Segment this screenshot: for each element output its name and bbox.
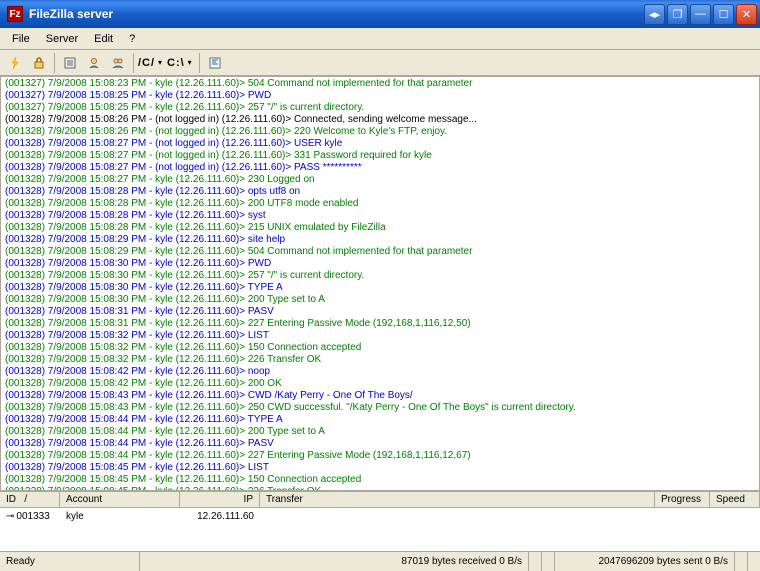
minimize-button[interactable]: — xyxy=(690,4,711,25)
log-line: (001328) 7/9/2008 15:08:27 PM - (not log… xyxy=(5,162,755,174)
maximize-button[interactable]: ☐ xyxy=(713,4,734,25)
menu-edit[interactable]: Edit xyxy=(86,31,121,47)
groups-icon[interactable] xyxy=(107,52,129,74)
col-transfer[interactable]: Transfer xyxy=(260,492,655,507)
log-line: (001328) 7/9/2008 15:08:28 PM - kyle (12… xyxy=(5,198,755,210)
sent-indicator-green xyxy=(735,552,748,571)
log-line: (001328) 7/9/2008 15:08:42 PM - kyle (12… xyxy=(5,366,755,378)
status-sent: 2047696209 bytes sent 0 B/s xyxy=(555,552,735,571)
log-line: (001328) 7/9/2008 15:08:29 PM - kyle (12… xyxy=(5,246,755,258)
log-line: (001328) 7/9/2008 15:08:28 PM - kyle (12… xyxy=(5,186,755,198)
lightning-icon[interactable] xyxy=(4,52,26,74)
log-line: (001328) 7/9/2008 15:08:32 PM - kyle (12… xyxy=(5,342,755,354)
menubar: File Server Edit ? xyxy=(0,28,760,50)
log-pane[interactable]: (001327) 7/9/2008 15:08:23 PM - kyle (12… xyxy=(0,76,760,491)
log-line: (001328) 7/9/2008 15:08:31 PM - kyle (12… xyxy=(5,306,755,318)
log-line: (001328) 7/9/2008 15:08:30 PM - kyle (12… xyxy=(5,282,755,294)
log-line: (001328) 7/9/2008 15:08:26 PM - (not log… xyxy=(5,126,755,138)
connection-icon: ⊸ xyxy=(6,511,14,522)
log-line: (001328) 7/9/2008 15:08:44 PM - kyle (12… xyxy=(5,414,755,426)
col-ip[interactable]: IP xyxy=(180,492,260,507)
connections-header: ID / Account IP Transfer Progress Speed xyxy=(0,492,760,508)
mode-cdrive-button[interactable]: C:\▾ xyxy=(162,52,195,74)
log-line: (001328) 7/9/2008 15:08:28 PM - kyle (12… xyxy=(5,210,755,222)
toolbar-separator xyxy=(199,53,200,73)
recv-indicator-red xyxy=(542,552,555,571)
recv-indicator-green xyxy=(529,552,542,571)
log-line: (001328) 7/9/2008 15:08:44 PM - kyle (12… xyxy=(5,438,755,450)
log-line: (001328) 7/9/2008 15:08:30 PM - kyle (12… xyxy=(5,258,755,270)
log-line: (001327) 7/9/2008 15:08:25 PM - kyle (12… xyxy=(5,90,755,102)
menu-file[interactable]: File xyxy=(4,31,38,47)
menu-server[interactable]: Server xyxy=(38,31,86,47)
connections-list[interactable]: ⊸001333kyle12.26.111.60 xyxy=(0,508,760,525)
users-icon[interactable] xyxy=(83,52,105,74)
app-icon: Fz xyxy=(7,6,23,22)
log-line: (001328) 7/9/2008 15:08:30 PM - kyle (12… xyxy=(5,294,755,306)
status-received: 87019 bytes received 0 B/s xyxy=(140,552,529,571)
prev-button[interactable]: ◂▸ xyxy=(644,4,665,25)
log-line: (001328) 7/9/2008 15:08:43 PM - kyle (12… xyxy=(5,390,755,402)
log-line: (001328) 7/9/2008 15:08:32 PM - kyle (12… xyxy=(5,330,755,342)
log-line: (001328) 7/9/2008 15:08:43 PM - kyle (12… xyxy=(5,402,755,414)
settings-icon[interactable] xyxy=(59,52,81,74)
menu-help[interactable]: ? xyxy=(121,31,143,47)
status-ready: Ready xyxy=(0,552,140,571)
toolbar-separator xyxy=(133,53,134,73)
mode-c-button[interactable]: /C/▾ xyxy=(138,52,160,74)
col-account[interactable]: Account xyxy=(60,492,180,507)
restore2-button[interactable]: ❐ xyxy=(667,4,688,25)
col-progress[interactable]: Progress xyxy=(655,492,710,507)
log-line: (001327) 7/9/2008 15:08:25 PM - kyle (12… xyxy=(5,102,755,114)
sort-icon[interactable] xyxy=(204,52,226,74)
window-title: FileZilla server xyxy=(27,7,644,21)
log-line: (001327) 7/9/2008 15:08:23 PM - kyle (12… xyxy=(5,78,755,90)
col-speed[interactable]: Speed xyxy=(710,492,760,507)
log-line: (001328) 7/9/2008 15:08:27 PM - (not log… xyxy=(5,138,755,150)
log-line: (001328) 7/9/2008 15:08:45 PM - kyle (12… xyxy=(5,474,755,486)
connection-row[interactable]: ⊸001333kyle12.26.111.60 xyxy=(0,508,760,525)
log-line: (001328) 7/9/2008 15:08:44 PM - kyle (12… xyxy=(5,450,755,462)
log-line: (001328) 7/9/2008 15:08:26 PM - (not log… xyxy=(5,114,755,126)
log-line: (001328) 7/9/2008 15:08:29 PM - kyle (12… xyxy=(5,234,755,246)
statusbar: Ready 87019 bytes received 0 B/s 2047696… xyxy=(0,551,760,571)
conn-id: ⊸001333 xyxy=(0,510,60,523)
col-id[interactable]: ID / xyxy=(0,492,60,507)
log-line: (001328) 7/9/2008 15:08:42 PM - kyle (12… xyxy=(5,378,755,390)
toolbar-separator xyxy=(54,53,55,73)
lock-icon[interactable] xyxy=(28,52,50,74)
log-line: (001328) 7/9/2008 15:08:27 PM - kyle (12… xyxy=(5,174,755,186)
connections-pane: ID / Account IP Transfer Progress Speed … xyxy=(0,491,760,551)
conn-account: kyle xyxy=(60,510,180,523)
log-line: (001328) 7/9/2008 15:08:45 PM - kyle (12… xyxy=(5,462,755,474)
toolbar: /C/▾ C:\▾ xyxy=(0,50,760,76)
log-line: (001328) 7/9/2008 15:08:30 PM - kyle (12… xyxy=(5,270,755,282)
titlebar[interactable]: Fz FileZilla server ◂▸ ❐ — ☐ ✕ xyxy=(0,0,760,28)
close-button[interactable]: ✕ xyxy=(736,4,757,25)
conn-ip: 12.26.111.60 xyxy=(180,510,260,523)
log-line: (001328) 7/9/2008 15:08:31 PM - kyle (12… xyxy=(5,318,755,330)
sent-indicator-red xyxy=(748,552,760,571)
log-line: (001328) 7/9/2008 15:08:32 PM - kyle (12… xyxy=(5,354,755,366)
log-line: (001328) 7/9/2008 15:08:27 PM - (not log… xyxy=(5,150,755,162)
log-line: (001328) 7/9/2008 15:08:44 PM - kyle (12… xyxy=(5,426,755,438)
log-line: (001328) 7/9/2008 15:08:28 PM - kyle (12… xyxy=(5,222,755,234)
